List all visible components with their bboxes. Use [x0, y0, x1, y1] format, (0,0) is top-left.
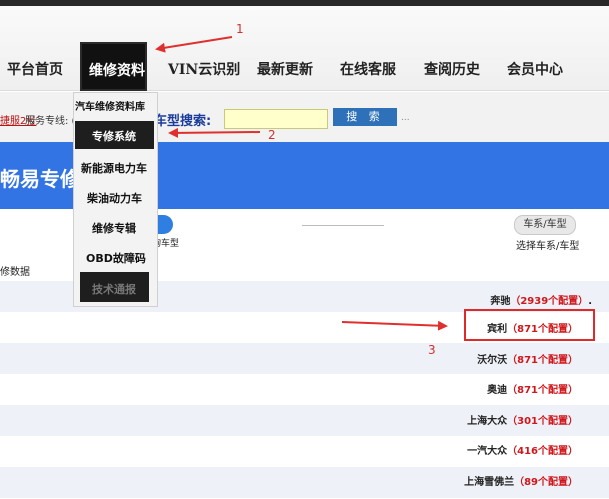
annotation-overlay [155, 36, 448, 331]
annotation-arrow-2 [168, 127, 261, 138]
annotation-number-1: 1 [236, 22, 244, 36]
annotation-arrow-1 [155, 36, 233, 53]
annotation-arrow-3 [341, 320, 448, 331]
annotation-number-3: 3 [428, 343, 436, 357]
annotation-number-2: 2 [268, 128, 276, 142]
